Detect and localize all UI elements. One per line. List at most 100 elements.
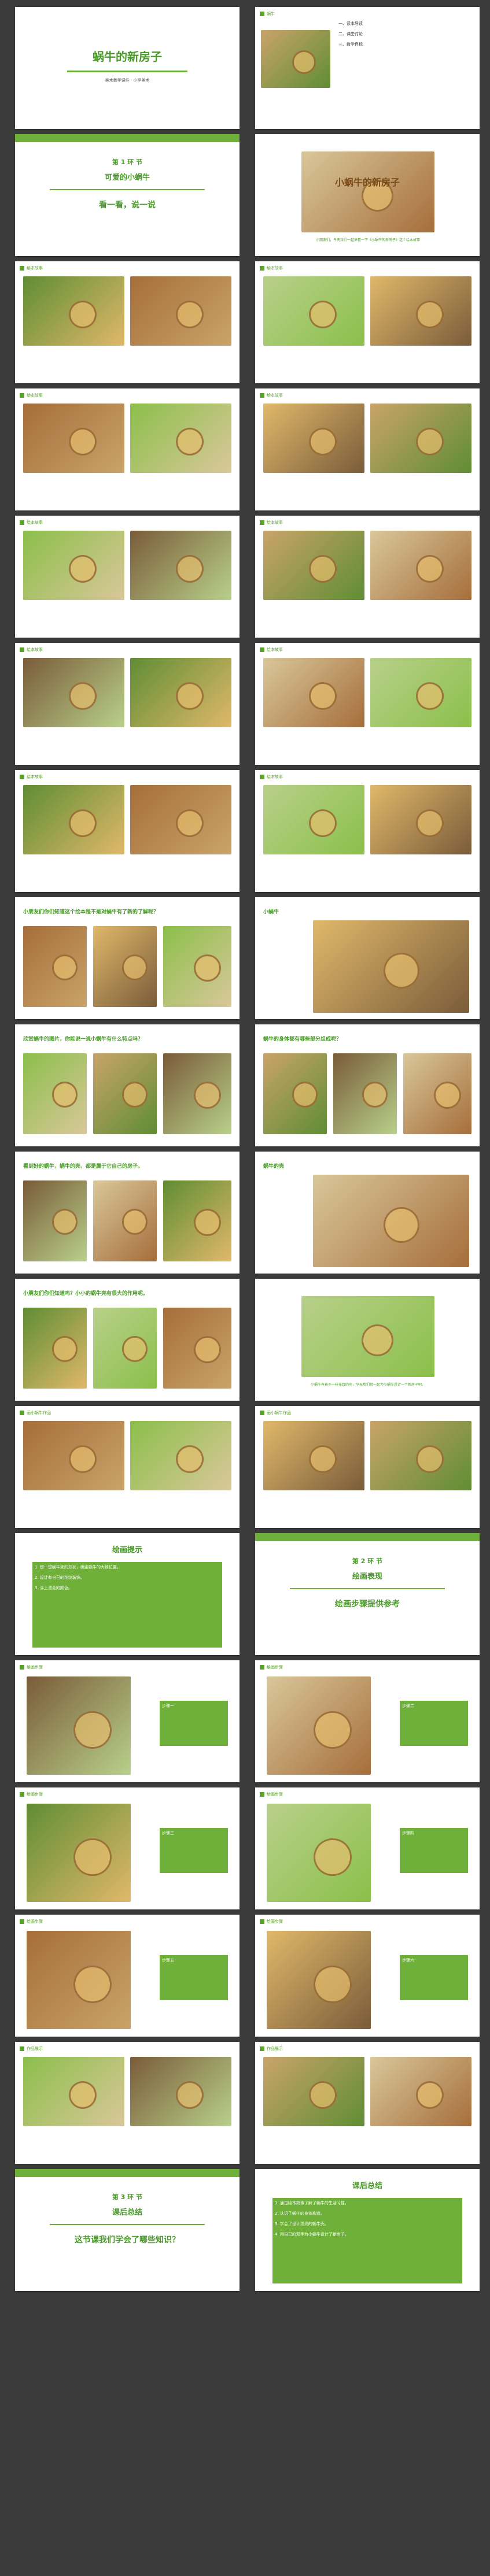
deck-title: 蜗牛的新房子 (93, 50, 162, 64)
illustration-image (370, 785, 471, 854)
snail-shell-shape (308, 1445, 337, 1473)
illustration-image (23, 276, 124, 346)
snail-shell-shape (68, 2081, 97, 2109)
snail-shell-shape (175, 555, 204, 583)
slide-35[interactable]: 第 3 环 节课后总结 这节课我们学会了哪些知识？ (15, 2169, 240, 2291)
slide-header: 绘本故事 (27, 393, 43, 398)
slide-header: 绘本故事 (27, 520, 43, 525)
slide-1[interactable]: 蜗牛的新房子美术教学课件 · 小学美术 (15, 7, 240, 129)
slide-question: 欣赏蜗牛的图片，你能说一说小蜗牛有什么特点吗？ (23, 1037, 143, 1042)
slide-33[interactable]: 作品展示 (15, 2042, 240, 2164)
illustration-image (263, 785, 364, 854)
slide-5[interactable]: 绘本故事 (15, 261, 240, 383)
slide-36[interactable]: 课后总结 1. 通过绘本故事了解了蜗牛的生活习性。 2. 认识了蜗牛的身体构造。 3.… (255, 2169, 480, 2291)
tip-item: 1. 通过绘本故事了解了蜗牛的生活习性。 (275, 2201, 349, 2205)
snail-shell-shape (415, 428, 444, 456)
illustration-image (163, 1180, 231, 1261)
slide-13[interactable]: 绘本故事 (15, 770, 240, 892)
slide-32[interactable]: 绘画步骤 步骤六 (255, 1915, 480, 2037)
illustration-image (267, 1676, 371, 1775)
snail-shell-shape (194, 1082, 222, 1109)
snail-shell-shape (308, 555, 337, 583)
snail-shell-shape (68, 682, 97, 710)
section-title: 课后总结 (112, 2208, 142, 2217)
slide-34[interactable]: 作品展示 (255, 2042, 480, 2164)
section-label: 第 3 环 节 (112, 2193, 143, 2201)
illustration-image (163, 926, 231, 1007)
slide-16[interactable]: 小蜗牛 (255, 897, 480, 1019)
illustration-image (370, 276, 471, 346)
slide-24[interactable]: 画小蜗牛作品 (255, 1406, 480, 1528)
slide-header: 绘本故事 (267, 775, 283, 779)
snail-shell-shape (68, 428, 97, 456)
illustration-image (370, 1421, 471, 1490)
illustration-image (23, 785, 124, 854)
slide-14[interactable]: 绘本故事 (255, 770, 480, 892)
slide-9[interactable]: 绘本故事 (15, 516, 240, 638)
slide-header: 绘画步骤 (267, 1665, 283, 1670)
slide-10[interactable]: 绘本故事 (255, 516, 480, 638)
slide-header: 绘本故事 (27, 647, 43, 652)
illustration-image (23, 531, 124, 600)
illustration-image (27, 1931, 131, 2029)
slide-2[interactable]: 蜗牛 一、读本导读 二、课堂讨论 三、教学目标 (255, 7, 480, 129)
slide-6[interactable]: 绘本故事 (255, 261, 480, 383)
illustration-image (130, 276, 231, 346)
snail-shell-shape (51, 1336, 78, 1362)
slide-20[interactable]: 蜗牛的壳 (255, 1152, 480, 1274)
illustration-image (93, 926, 157, 1007)
slide-15[interactable]: 小朋友们你们知道这个绘本是不是对蜗牛有了新的了解呢？ (15, 897, 240, 1019)
slide-11[interactable]: 绘本故事 (15, 643, 240, 765)
snail-shell-shape (121, 1336, 148, 1362)
slide-31[interactable]: 绘画步骤 步骤五 (15, 1915, 240, 2037)
step-box: 步骤三 (160, 1828, 228, 1873)
illustration-image (27, 1676, 131, 1775)
deck-subtitle: 美术教学课件 · 小学美术 (105, 78, 150, 83)
tip-item: 1. 想一想蜗牛壳的形状，确定蜗牛的大致位置。 (35, 1565, 121, 1570)
slide-7[interactable]: 绘本故事 (15, 388, 240, 510)
illustration-image (313, 1175, 469, 1267)
slide-question: 小朋友们你们知道这个绘本是不是对蜗牛有了新的了解呢？ (23, 909, 159, 915)
illustration-image (23, 926, 87, 1007)
snail-shell-shape (308, 301, 337, 328)
illustration-image (93, 1180, 157, 1261)
slide-label: 蜗牛的壳 (263, 1164, 285, 1169)
slide-21[interactable]: 小朋友们你们知道吗？小小的蜗牛壳有很大的作用呢。 (15, 1279, 240, 1401)
snail-shell-shape (175, 682, 204, 710)
slide-27[interactable]: 绘画步骤 步骤一 (15, 1660, 240, 1782)
section-title: 绘画表现 (352, 1572, 382, 1581)
slide-25[interactable]: 绘画提示 1. 想一想蜗牛壳的形状，确定蜗牛的大致位置。 2. 设计有自己的花纹装饰… (15, 1533, 240, 1655)
header-square-icon (260, 393, 264, 398)
slide-header: 绘本故事 (267, 647, 283, 652)
slide-8[interactable]: 绘本故事 (255, 388, 480, 510)
section-prompt: 绘画步骤提供参考 (335, 1600, 400, 1609)
illustration-image (23, 404, 124, 473)
slide-30[interactable]: 绘画步骤 步骤四 (255, 1787, 480, 1909)
slide-26[interactable]: 第 2 环 节绘画表现 绘画步骤提供参考 (255, 1533, 480, 1655)
tip-item: 2. 认识了蜗牛的身体构造。 (275, 2211, 325, 2216)
slide-12[interactable]: 绘本故事 (255, 643, 480, 765)
slide-19[interactable]: 看到好的蜗牛，蜗牛的壳，都是属于它自己的房子。 (15, 1152, 240, 1274)
snail-shell-shape (175, 809, 204, 837)
section-band (255, 1533, 480, 1541)
title-underline (67, 71, 187, 72)
slide-28[interactable]: 绘画步骤步骤二 (255, 1660, 480, 1782)
slide-question: 看到好的蜗牛，蜗牛的壳，都是属于它自己的房子。 (23, 1164, 143, 1169)
slide-3[interactable]: 第 1 环 节可爱的小蜗牛 看一看，说一说 (15, 134, 240, 256)
slide-23[interactable]: 画小蜗牛作品 (15, 1406, 240, 1528)
snail-shell-shape (292, 1082, 318, 1108)
step-box: 步骤二 (400, 1701, 468, 1746)
slide-17[interactable]: 欣赏蜗牛的图片，你能说一说小蜗牛有什么特点吗？ (15, 1024, 240, 1146)
slide-29[interactable]: 绘画步骤 步骤三 (15, 1787, 240, 1909)
slide-22[interactable]: 小蜗牛有着不一样花纹的壳，今天我们就一起为小蜗牛设计一个新房子吧。 (255, 1279, 480, 1401)
illustration-image (263, 1053, 327, 1134)
header-square-icon (20, 266, 24, 271)
slide-18[interactable]: 蜗牛的身体都有哪些部分组成呢？ (255, 1024, 480, 1146)
illustration-image (130, 785, 231, 854)
illustration-image (23, 1180, 87, 1261)
slide-4[interactable]: 小朋友们，今天我们一起来看一下《小蜗牛的新房子》这个绘本故事 小蜗牛的新房子 (255, 134, 480, 256)
slide-caption: 小蜗牛有着不一样花纹的壳，今天我们就一起为小蜗牛设计一个新房子吧。 (310, 1383, 425, 1387)
snail-shell-shape (308, 428, 337, 456)
snail-shell-shape (51, 1082, 78, 1108)
snail-shell-shape (68, 809, 97, 837)
